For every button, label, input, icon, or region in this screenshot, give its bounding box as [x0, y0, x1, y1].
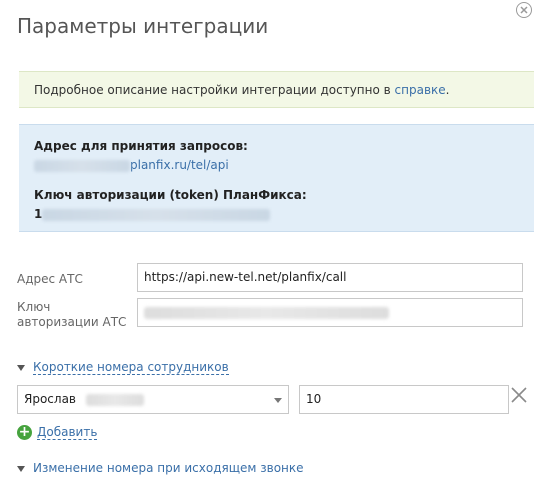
ats-key-label-line1: Ключ — [17, 300, 51, 314]
employee-select[interactable]: Ярослав — [17, 385, 289, 414]
short-number-input[interactable]: 10 — [299, 385, 509, 414]
redacted-domain — [34, 159, 130, 172]
collapse-arrow-icon — [17, 364, 25, 371]
redacted-ats-key — [144, 306, 389, 319]
add-employee-button[interactable]: + Добавить — [17, 424, 98, 440]
request-address-value: planfix.ru/tel/api — [34, 158, 229, 172]
help-link[interactable]: справке — [395, 83, 446, 97]
plus-icon: + — [17, 424, 32, 440]
redacted-token — [42, 208, 271, 221]
token-prefix: 1 — [34, 207, 43, 221]
integration-info-box: Адрес для принятия запросов: planfix.ru/… — [19, 124, 534, 232]
employee-select-value: Ярослав — [24, 392, 76, 406]
request-address-label: Адрес для принятия запросов: — [34, 139, 248, 153]
collapse-arrow-icon — [17, 465, 25, 472]
redacted-surname — [85, 393, 144, 406]
ats-address-label: Адрес АТС — [17, 272, 83, 286]
help-note-suffix: . — [445, 83, 450, 97]
request-address-text: planfix.ru/tel/api — [130, 158, 229, 172]
help-note-text: Подробное описание настройки интеграции … — [34, 83, 395, 97]
add-employee-label: Добавить — [37, 425, 98, 440]
dialog-title: Параметры интеграции — [17, 14, 269, 38]
outgoing-number-toggle[interactable]: Изменение номера при исходящем звонке — [17, 461, 304, 475]
short-numbers-toggle[interactable]: Короткие номера сотрудников — [17, 360, 229, 375]
close-icon[interactable] — [516, 2, 532, 18]
ats-key-label-line2: авторизации АТС — [17, 315, 127, 329]
help-note: Подробное описание настройки интеграции … — [19, 71, 534, 108]
chevron-down-icon — [274, 398, 282, 403]
remove-row-icon[interactable] — [510, 386, 528, 404]
ats-key-input[interactable] — [137, 298, 523, 327]
short-numbers-toggle-label: Короткие номера сотрудников — [33, 360, 229, 375]
outgoing-number-toggle-label: Изменение номера при исходящем звонке — [33, 461, 304, 475]
token-label: Ключ авторизации (token) ПланФикса: — [34, 188, 307, 202]
ats-address-input[interactable]: https://api.new-tel.net/planfix/call — [137, 263, 523, 292]
token-value: 1 — [34, 207, 271, 221]
ats-key-label: Ключ авторизации АТС — [17, 300, 126, 330]
